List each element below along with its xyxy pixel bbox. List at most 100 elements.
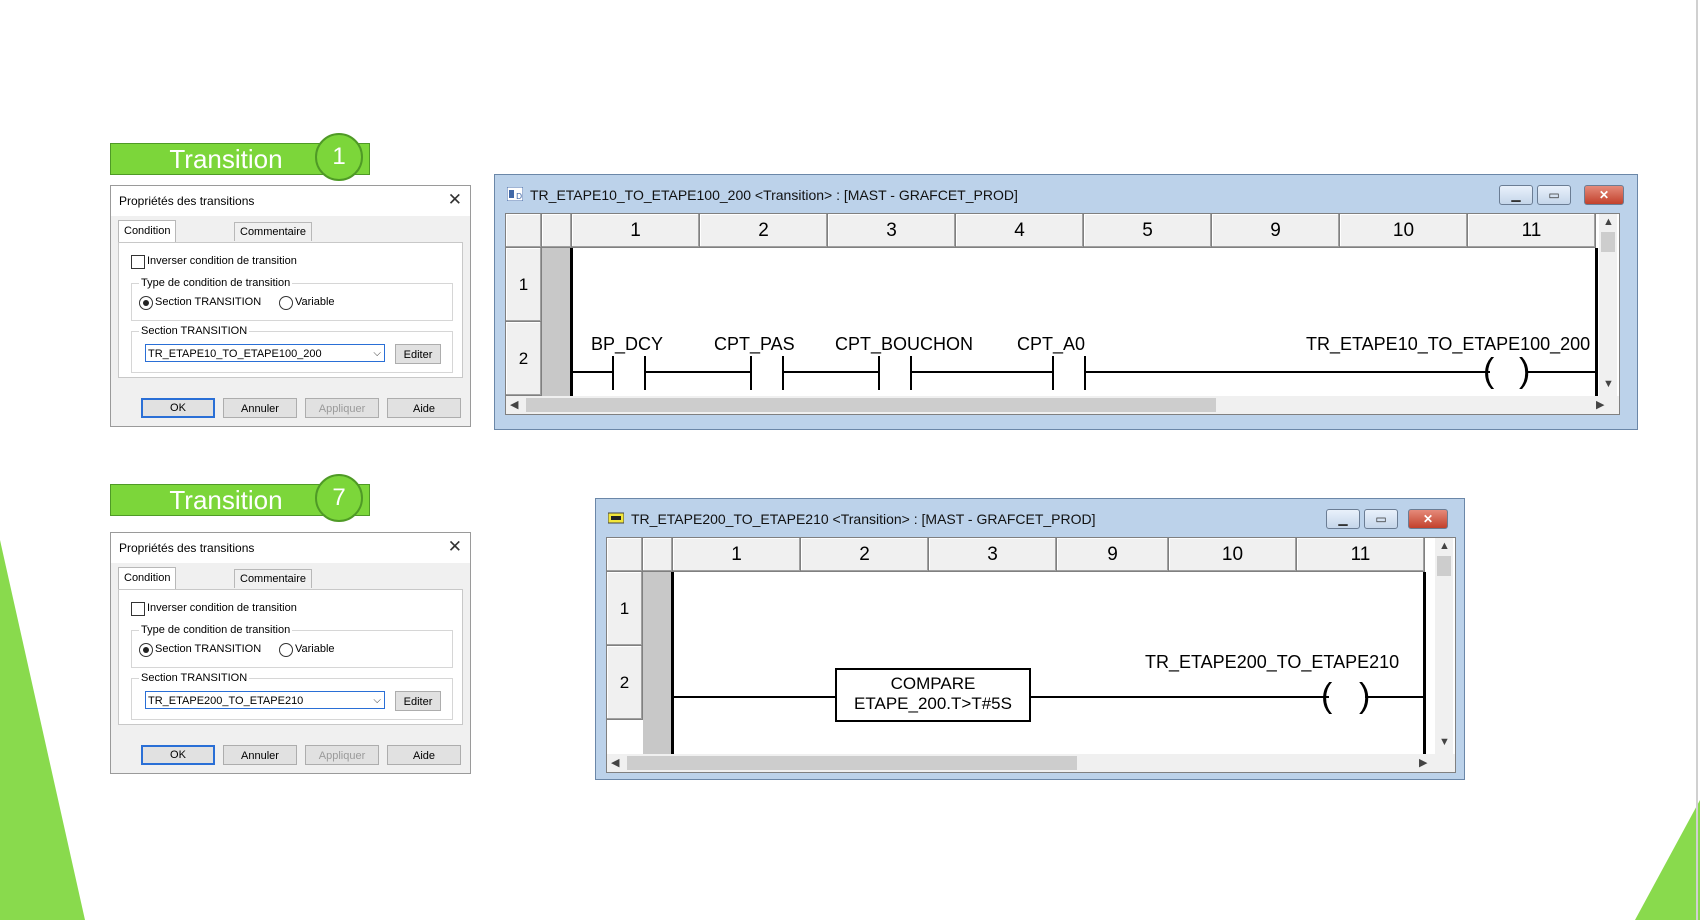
close-icon[interactable]: ✕ — [1584, 185, 1624, 205]
invert-checkbox[interactable] — [131, 602, 145, 616]
apply-button[interactable]: Appliquer — [305, 398, 379, 418]
scroll-up-icon[interactable]: ▲ — [1439, 540, 1450, 552]
radio-variable-label: Variable — [295, 643, 335, 655]
row-header[interactable]: 2 — [506, 322, 542, 396]
compare-title: COMPARE — [890, 674, 976, 693]
ladder-grid-1[interactable]: 1 2 3 4 5 9 10 11 1 2 BP_DCY CPT_PAS CPT… — [505, 213, 1620, 415]
scroll-right-icon[interactable]: ▶ — [1419, 756, 1427, 769]
scroll-left-icon[interactable]: ◀ — [611, 756, 619, 769]
column-header[interactable]: 1 — [673, 538, 801, 572]
transition-properties-dialog-2: Propriétés des transitions ✕ Condition d… — [110, 532, 471, 774]
scroll-down-icon[interactable]: ▼ — [1439, 736, 1450, 748]
column-header[interactable]: 2 — [801, 538, 929, 572]
transition-properties-dialog-1: Propriétés des transitions ✕ Condition d… — [110, 185, 471, 427]
scroll-thumb[interactable] — [1601, 232, 1615, 252]
dialog-titlebar: Propriétés des transitions ✕ — [111, 186, 470, 216]
tab-condition[interactable]: Condition de transition — [118, 567, 177, 624]
scroll-left-icon[interactable]: ◀ — [510, 398, 518, 411]
ladder-editor-icon: D — [507, 187, 523, 201]
contact-bar — [612, 356, 614, 390]
contact-bar — [878, 356, 880, 390]
column-header[interactable]: 3 — [929, 538, 1057, 572]
column-header[interactable]: 11 — [1468, 214, 1596, 248]
dialog-title: Propriétés des transitions — [119, 194, 255, 208]
right-power-rail — [1595, 248, 1598, 396]
ok-button[interactable]: OK — [141, 745, 215, 765]
ladder-editor-icon — [608, 512, 624, 524]
chevron-down-icon[interactable]: ⌵ — [373, 692, 381, 710]
scroll-thumb[interactable] — [627, 756, 1077, 770]
dialog-title: Propriétés des transitions — [119, 541, 255, 555]
cancel-button[interactable]: Annuler — [223, 745, 297, 765]
right-green-shape — [1635, 800, 1700, 920]
help-button[interactable]: Aide — [387, 398, 461, 418]
scroll-thumb[interactable] — [1437, 556, 1451, 576]
tab-condition[interactable]: Condition de transition — [118, 220, 177, 277]
section-group-label: Section TRANSITION — [139, 672, 250, 684]
tab-comment[interactable]: Commentaire — [234, 222, 313, 241]
scroll-up-icon[interactable]: ▲ — [1603, 216, 1614, 228]
maximize-icon[interactable]: ▭ — [1364, 509, 1398, 529]
column-header[interactable]: 2 — [700, 214, 828, 248]
close-icon[interactable]: ✕ — [1408, 509, 1448, 529]
dialog-titlebar: Propriétés des transitions ✕ — [111, 533, 470, 563]
minimize-icon[interactable]: ▁ — [1326, 509, 1360, 529]
maximize-icon[interactable]: ▭ — [1537, 185, 1571, 205]
column-header[interactable]: 4 — [956, 214, 1084, 248]
corner-header — [607, 538, 643, 572]
section-group-label: Section TRANSITION — [139, 325, 250, 337]
column-header[interactable]: 10 — [1340, 214, 1468, 248]
chevron-down-icon[interactable]: ⌵ — [373, 345, 381, 363]
corner-header-2 — [542, 214, 572, 248]
radio-variable[interactable] — [279, 643, 293, 657]
column-header[interactable]: 9 — [1212, 214, 1340, 248]
edit-button[interactable]: Editer — [395, 691, 441, 711]
invert-label: Inverser condition de transition — [147, 255, 297, 267]
scroll-right-icon[interactable]: ▶ — [1596, 398, 1604, 411]
contact-bar — [644, 356, 646, 390]
close-icon[interactable]: ✕ — [448, 537, 462, 557]
type-group-label: Type de condition de transition — [139, 624, 293, 636]
contact-gap — [752, 371, 782, 373]
compare-block: COMPARE ETAPE_200.T>T#5S — [835, 668, 1031, 722]
vertical-scrollbar[interactable]: ▲ ▼ — [1435, 538, 1453, 754]
rung-wire — [673, 696, 1423, 698]
column-header[interactable]: 11 — [1297, 538, 1425, 572]
column-header[interactable]: 1 — [572, 214, 700, 248]
left-power-rail — [671, 572, 674, 754]
scroll-down-icon[interactable]: ▼ — [1603, 378, 1614, 390]
row-header[interactable]: 1 — [506, 248, 542, 322]
section-combo[interactable]: TR_ETAPE200_TO_ETAPE210 ⌵ — [145, 691, 385, 709]
row-header[interactable]: 2 — [607, 646, 643, 720]
slide-decoration — [0, 0, 1700, 920]
section-combo[interactable]: TR_ETAPE10_TO_ETAPE100_200 ⌵ — [145, 344, 385, 362]
column-header[interactable]: 3 — [828, 214, 956, 248]
coil-right: ) — [1519, 352, 1531, 390]
banner-number-badge: 1 — [315, 133, 363, 181]
invert-checkbox[interactable] — [131, 255, 145, 269]
contact-gap — [1054, 371, 1084, 373]
help-button[interactable]: Aide — [387, 745, 461, 765]
column-header[interactable]: 9 — [1057, 538, 1169, 572]
radio-section-transition[interactable] — [139, 643, 153, 657]
minimize-icon[interactable]: ▁ — [1499, 185, 1533, 205]
right-power-rail — [1423, 572, 1426, 754]
section-combo-value: TR_ETAPE10_TO_ETAPE100_200 — [148, 348, 322, 360]
column-header[interactable]: 10 — [1169, 538, 1297, 572]
close-icon[interactable]: ✕ — [448, 190, 462, 210]
tab-comment[interactable]: Commentaire — [234, 569, 313, 588]
apply-button[interactable]: Appliquer — [305, 745, 379, 765]
ok-button[interactable]: OK — [141, 398, 215, 418]
edit-button[interactable]: Editer — [395, 344, 441, 364]
vertical-scrollbar[interactable]: ▲ ▼ — [1599, 214, 1617, 396]
radio-variable[interactable] — [279, 296, 293, 310]
horizontal-scrollbar[interactable]: ◀ ▶ — [506, 396, 1619, 414]
ladder-grid-2[interactable]: 1 2 3 9 10 11 1 2 COMPARE ETAPE_200.T>T#… — [606, 537, 1456, 773]
row-header[interactable]: 1 — [607, 572, 643, 646]
column-header[interactable]: 5 — [1084, 214, 1212, 248]
cancel-button[interactable]: Annuler — [223, 398, 297, 418]
radio-section-label: Section TRANSITION — [155, 296, 262, 308]
scroll-thumb[interactable] — [526, 398, 1216, 412]
radio-section-transition[interactable] — [139, 296, 153, 310]
horizontal-scrollbar[interactable]: ◀ ▶ — [607, 754, 1455, 772]
